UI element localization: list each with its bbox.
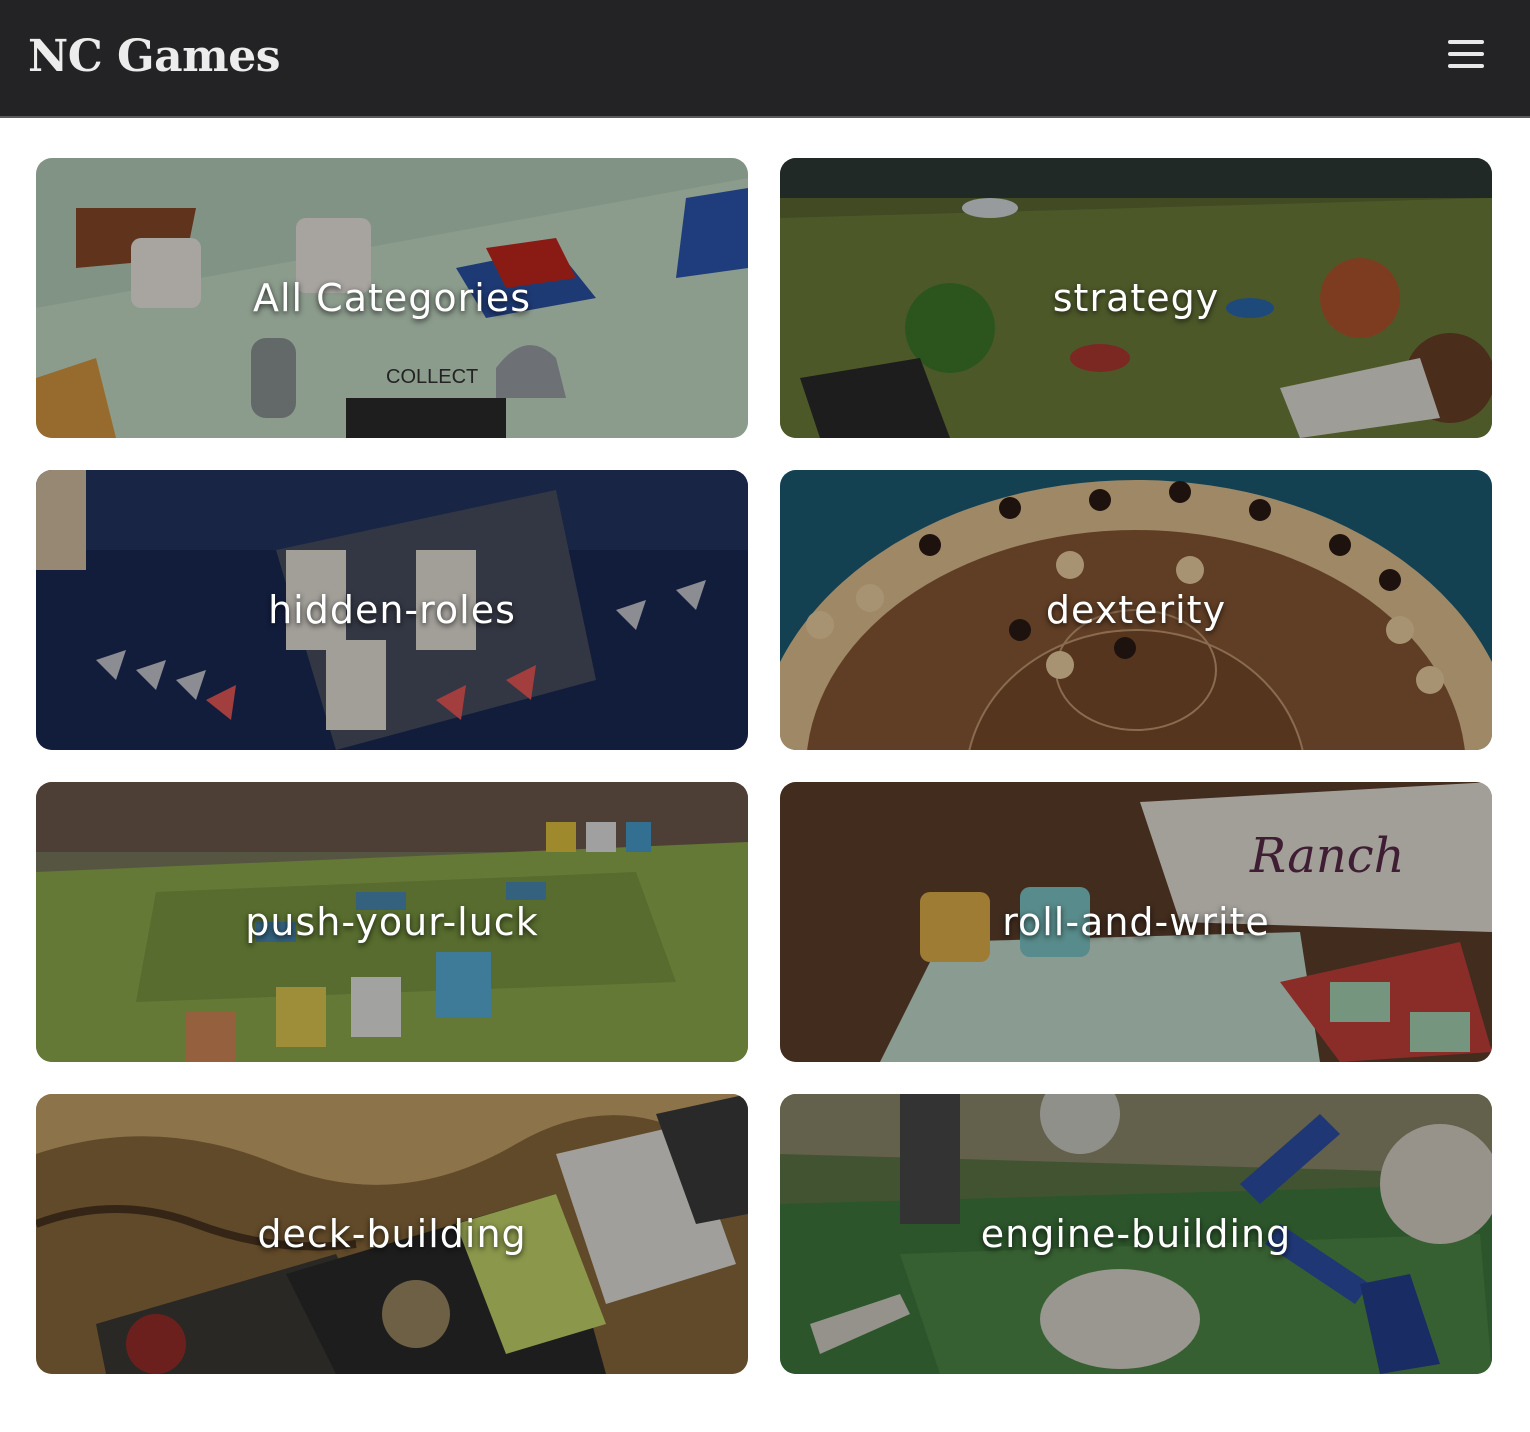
category-card-roll-and-write[interactable]: Ranch roll-and-write — [780, 782, 1492, 1062]
category-label: dexterity — [1045, 588, 1227, 632]
category-label: engine-building — [980, 1212, 1292, 1256]
category-label: roll-and-write — [1002, 900, 1270, 944]
category-card-deck-building[interactable]: deck-building — [36, 1094, 748, 1374]
category-label: hidden-roles — [268, 588, 516, 632]
category-label: strategy — [1052, 276, 1220, 320]
category-label: deck-building — [257, 1212, 527, 1256]
category-card-push-your-luck[interactable]: push-your-luck — [36, 782, 748, 1062]
category-card-all[interactable]: COLLECT All Categories — [36, 158, 748, 438]
category-label: All Categories — [252, 276, 531, 320]
category-grid: COLLECT All Categories strategy hidden-r… — [36, 158, 1492, 1374]
hamburger-menu-icon[interactable] — [1444, 38, 1488, 72]
top-navbar: NC Games — [0, 0, 1530, 118]
category-card-engine-building[interactable]: engine-building — [780, 1094, 1492, 1374]
category-card-dexterity[interactable]: dexterity — [780, 470, 1492, 750]
category-card-hidden-roles[interactable]: hidden-roles — [36, 470, 748, 750]
category-label: push-your-luck — [245, 900, 539, 944]
category-card-strategy[interactable]: strategy — [780, 158, 1492, 438]
site-logo-title[interactable]: NC Games — [28, 28, 280, 86]
